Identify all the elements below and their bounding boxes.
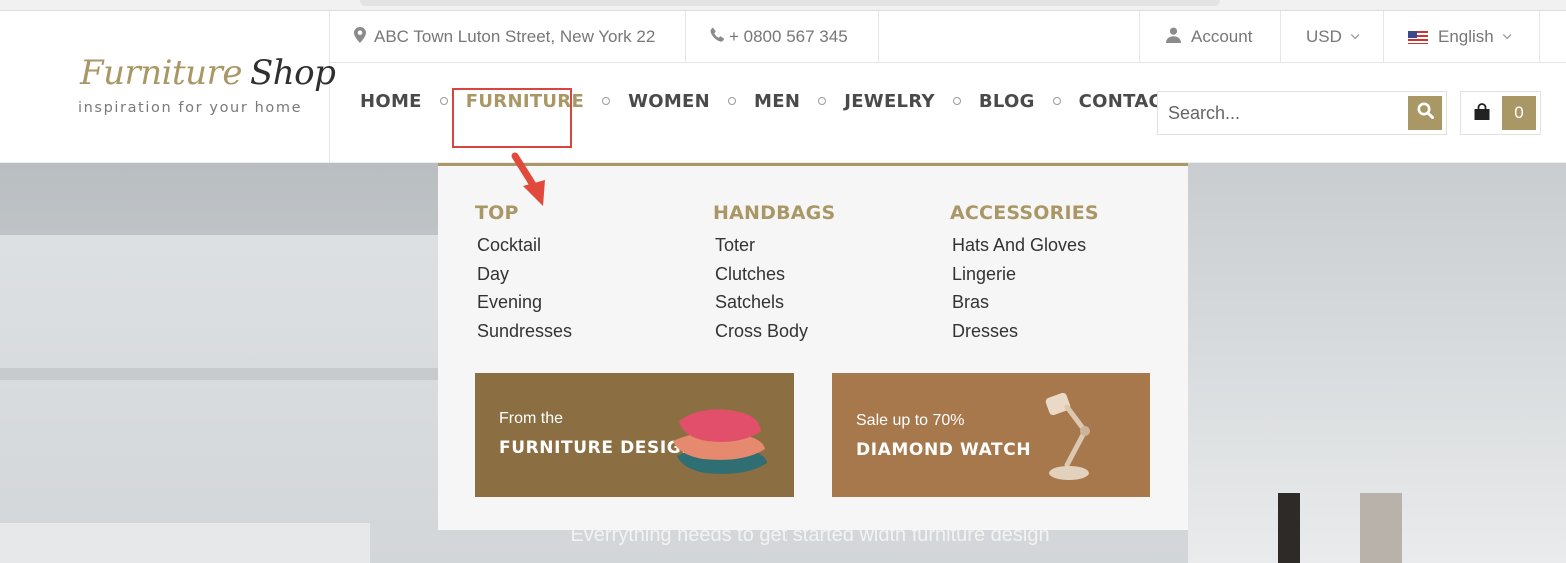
menu-link[interactable]: Lingerie <box>950 260 1099 289</box>
info-divider <box>878 11 879 63</box>
promo-banner-watch[interactable]: Sale up to 70% DIAMOND WATCH <box>832 373 1150 497</box>
currency-select[interactable]: USD <box>1306 11 1360 63</box>
nav-separator <box>1052 97 1061 105</box>
menu-link[interactable]: Evening <box>475 288 572 317</box>
shopping-bag-icon <box>1473 103 1491 126</box>
info-divider <box>1539 11 1540 63</box>
logo-word-shop: Shop <box>249 53 336 93</box>
logo[interactable]: Furniture Shop inspiration for your home <box>0 11 336 163</box>
account-link[interactable]: Account <box>1166 11 1252 63</box>
nav-separator <box>602 97 611 105</box>
logo-word-furniture: Furniture <box>80 53 242 93</box>
browser-strip <box>0 0 1566 11</box>
menu-link[interactable]: Toter <box>713 231 835 260</box>
menu-link[interactable]: Hats And Gloves <box>950 231 1099 260</box>
hero-shelf <box>0 368 440 380</box>
lamp-icon <box>1037 381 1107 496</box>
info-divider <box>1139 11 1140 63</box>
language-select[interactable]: English <box>1408 11 1512 63</box>
address-text: ABC Town Luton Street, New York 22 <box>374 27 656 46</box>
phone-info[interactable]: + 0800 567 345 <box>710 11 848 63</box>
address-info: ABC Town Luton Street, New York 22 <box>354 11 655 63</box>
horizontal-scrollbar[interactable] <box>360 0 1220 6</box>
nav-item-jewelry[interactable]: JEWELRY <box>844 91 935 112</box>
nav-separator <box>818 97 827 105</box>
currency-value: USD <box>1306 27 1342 46</box>
column-title[interactable]: HANDBAGS <box>713 202 835 224</box>
menu-link[interactable]: Satchels <box>713 288 835 317</box>
menu-link[interactable]: Cocktail <box>475 231 572 260</box>
menu-link[interactable]: Sundresses <box>475 317 572 346</box>
user-icon <box>1166 27 1181 48</box>
nav-item-women[interactable]: WOMEN <box>628 91 710 112</box>
nav-item-men[interactable]: MEN <box>754 91 800 112</box>
cart-button[interactable]: 0 <box>1460 91 1541 135</box>
pillows-icon <box>665 401 775 486</box>
language-value: English <box>1438 27 1494 46</box>
search-icon <box>1417 102 1434 124</box>
menu-column-top: TOP Cocktail Day Evening Sundresses <box>475 202 572 345</box>
chevron-down-icon <box>1502 30 1512 40</box>
menu-link[interactable]: Dresses <box>950 317 1099 346</box>
info-divider <box>1280 11 1281 63</box>
promo-banner-furniture[interactable]: From the FURNITURE DESIGN <box>475 373 794 497</box>
nav-item-blog[interactable]: BLOG <box>979 91 1035 112</box>
search-button[interactable] <box>1408 96 1442 130</box>
menu-link[interactable]: Clutches <box>713 260 835 289</box>
banner-kicker: Sale up to 70% <box>856 412 965 429</box>
nav-separator <box>728 97 737 105</box>
menu-column-handbags: HANDBAGS Toter Clutches Satchels Cross B… <box>713 202 835 345</box>
logo-title: Furniture Shop <box>80 53 336 93</box>
info-divider <box>1383 11 1384 63</box>
info-bar: ABC Town Luton Street, New York 22 + 080… <box>330 11 1566 63</box>
menu-column-accessories: ACCESSORIES Hats And Gloves Lingerie Bra… <box>950 202 1099 345</box>
phone-text: + 0800 567 345 <box>729 27 848 46</box>
menu-link[interactable]: Day <box>475 260 572 289</box>
nav-separator <box>952 97 961 105</box>
banner-kicker: From the <box>499 410 564 427</box>
nav-item-home[interactable]: HOME <box>360 91 422 112</box>
column-title[interactable]: ACCESSORIES <box>950 202 1099 224</box>
info-divider <box>685 11 686 63</box>
pointer-arrow-icon <box>511 152 545 206</box>
search-box <box>1157 91 1447 135</box>
map-pin-icon <box>354 26 366 48</box>
highlight-box <box>452 88 572 148</box>
chevron-down-icon <box>1350 30 1360 40</box>
search-input[interactable] <box>1168 92 1408 134</box>
banner-headline: DIAMOND WATCH <box>856 440 1032 460</box>
furniture-mega-menu: TOP Cocktail Day Evening Sundresses HAND… <box>438 163 1188 530</box>
account-label: Account <box>1191 27 1253 46</box>
cart-count-badge: 0 <box>1502 96 1536 130</box>
phone-icon <box>710 27 725 47</box>
menu-link[interactable]: Cross Body <box>713 317 835 346</box>
us-flag-icon <box>1408 30 1428 44</box>
menu-link[interactable]: Bras <box>950 288 1099 317</box>
logo-tagline: inspiration for your home <box>78 100 303 116</box>
nav-separator <box>439 97 448 105</box>
